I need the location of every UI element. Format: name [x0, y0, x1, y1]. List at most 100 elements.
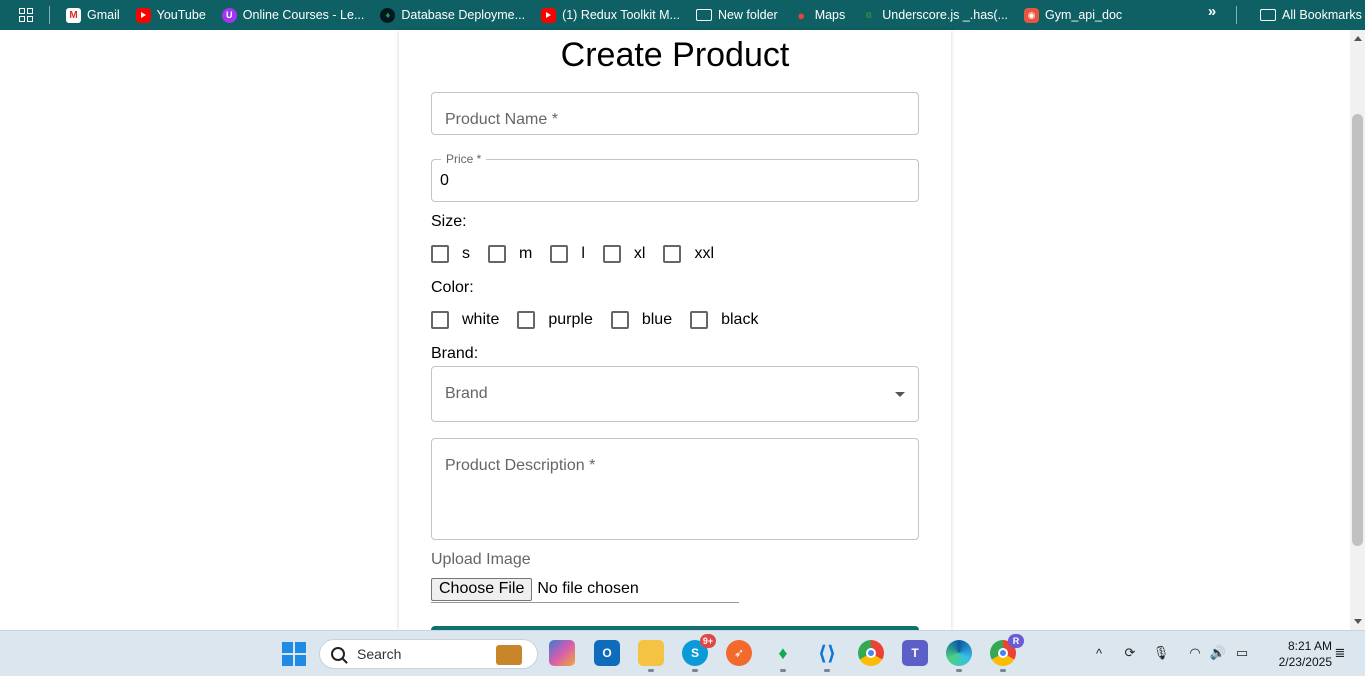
bookmark-gym-api-doc[interactable]: ◉ Gym_api_doc	[1016, 3, 1130, 27]
postman-icon[interactable]: ➶	[726, 640, 752, 666]
size-option-label: m	[519, 245, 533, 262]
color-option-purple[interactable]: purple	[517, 311, 593, 329]
taskbar-search-placeholder: Search	[357, 646, 402, 662]
folder-icon	[695, 9, 712, 21]
all-bookmarks-label: All Bookmarks	[1282, 8, 1362, 22]
maps-icon: ●	[797, 7, 806, 23]
bookmarks-separator	[1236, 6, 1237, 24]
bookmark-underscore[interactable]: ɞ Underscore.js _.has(...	[853, 3, 1016, 27]
size-option-xl[interactable]: xl	[602, 245, 646, 263]
chevron-down-icon	[895, 392, 905, 397]
mongodb-icon[interactable]: ♦	[770, 640, 796, 672]
bookmark-maps[interactable]: ● Maps	[786, 3, 854, 27]
checkbox[interactable]	[690, 311, 709, 329]
scroll-down-arrow-icon[interactable]	[1354, 619, 1362, 624]
teams-icon[interactable]: T	[902, 640, 928, 666]
bookmark-database-deployment[interactable]: ♦ Database Deployme...	[372, 3, 533, 27]
checkbox[interactable]	[610, 311, 629, 329]
size-option-s[interactable]: s	[431, 245, 470, 263]
color-option-label: purple	[548, 311, 593, 328]
checkbox[interactable]	[663, 245, 682, 263]
size-option-m[interactable]: m	[488, 245, 532, 263]
bookmark-redux-toolkit[interactable]: (1) Redux Toolkit M...	[533, 3, 688, 27]
no-file-chosen-text: No file chosen	[537, 580, 639, 597]
udemy-icon: U	[221, 7, 237, 23]
brand-placeholder: Brand	[445, 385, 488, 402]
microphone-icon[interactable]: 🎙	[1153, 645, 1170, 661]
windows-start-icon[interactable]	[282, 642, 306, 666]
size-option-l[interactable]: l	[550, 245, 585, 263]
profile-badge: R	[1008, 634, 1024, 648]
outlook-icon[interactable]: O	[594, 640, 620, 666]
wifi-icon[interactable]: ◠	[1187, 645, 1203, 661]
price-label: Price *	[441, 152, 487, 166]
checkbox[interactable]	[550, 245, 569, 263]
price-input[interactable]: Price * 0	[431, 152, 919, 202]
product-name-placeholder: Product Name *	[445, 111, 558, 128]
page-title: Create Product	[560, 36, 790, 74]
bookmark-label: Underscore.js _.has(...	[882, 8, 1009, 22]
bookmark-label: Gmail	[87, 8, 120, 22]
page-scrollbar[interactable]	[1350, 30, 1365, 630]
product-description-textarea[interactable]: Product Description *	[431, 438, 919, 540]
brand-label: Brand:	[431, 345, 479, 362]
scrollbar-thumb[interactable]	[1352, 114, 1363, 546]
upload-image-label: Upload Image	[431, 551, 531, 568]
bookmark-label: New folder	[717, 8, 778, 22]
file-input: Choose File No file chosen	[431, 576, 739, 603]
color-option-blue[interactable]: blue	[610, 311, 672, 329]
bookmark-online-courses[interactable]: U Online Courses - Le...	[214, 3, 373, 27]
skype-icon[interactable]: S 9+	[682, 634, 716, 672]
chrome-icon[interactable]	[858, 640, 884, 666]
bookmark-label: (1) Redux Toolkit M...	[562, 8, 680, 22]
clock-time: 8:21 AM	[1287, 639, 1332, 653]
search-icon	[331, 647, 345, 661]
checkbox[interactable]	[517, 311, 536, 329]
color-label: Color:	[431, 279, 474, 296]
sync-icon[interactable]: ⟳	[1122, 645, 1138, 661]
edge-icon[interactable]	[946, 640, 972, 672]
product-description-placeholder: Product Description *	[445, 457, 596, 474]
checkbox[interactable]	[488, 245, 506, 263]
checkbox[interactable]	[431, 245, 449, 263]
size-option-xxl[interactable]: xxl	[663, 245, 714, 263]
copilot-icon[interactable]	[549, 640, 575, 666]
apps-grid-icon[interactable]	[15, 4, 37, 26]
product-name-input[interactable]: Product Name *	[431, 92, 919, 135]
all-bookmarks-button[interactable]: All Bookmarks	[1252, 3, 1365, 27]
bookmark-label: Online Courses - Le...	[242, 8, 365, 22]
battery-icon[interactable]: ▭	[1234, 645, 1250, 661]
bookmark-gmail[interactable]: M Gmail	[58, 3, 128, 27]
color-option-white[interactable]: white	[431, 311, 499, 329]
checkbox[interactable]	[431, 311, 449, 329]
briefcase-icon	[496, 645, 522, 665]
mongodb-icon: ♦	[380, 7, 396, 23]
size-label: Size:	[431, 213, 467, 230]
file-explorer-icon[interactable]	[638, 640, 664, 672]
running-indicator	[780, 669, 786, 672]
notification-icon[interactable]: ≣	[1332, 645, 1348, 661]
choose-file-button[interactable]: Choose File	[431, 577, 533, 601]
bookmark-youtube[interactable]: YouTube	[128, 3, 214, 27]
vscode-icon[interactable]: ⟨⟩	[814, 640, 840, 672]
chrome-profile-icon[interactable]: R	[990, 634, 1024, 672]
bookmark-label: YouTube	[156, 8, 206, 22]
chevron-up-icon[interactable]: ^	[1091, 645, 1107, 661]
scroll-up-arrow-icon[interactable]	[1354, 36, 1362, 41]
gmail-icon: M	[66, 7, 81, 23]
bookmark-label: Gym_api_doc	[1045, 8, 1123, 22]
bookmark-new-folder[interactable]: New folder	[688, 3, 786, 27]
volume-icon[interactable]: 🔊	[1210, 645, 1226, 661]
color-option-label: black	[721, 311, 759, 328]
color-option-black[interactable]: black	[690, 311, 758, 329]
system-clock[interactable]: 8:21 AM 2/23/2025	[1262, 638, 1332, 670]
folder-icon	[1260, 9, 1276, 21]
windows-taskbar: Search O S 9+ ➶ ♦ ⟨⟩ T R ^ ⟳ 🎙 ◠ 🔊 ▭ 8:21…	[0, 630, 1365, 676]
checkbox[interactable]	[602, 245, 621, 263]
running-indicator	[1000, 669, 1006, 672]
brand-select[interactable]: Brand	[431, 366, 919, 422]
size-option-label: xl	[633, 245, 646, 262]
bookmarks-overflow-icon[interactable]: »	[1202, 3, 1222, 20]
taskbar-search[interactable]: Search	[319, 639, 538, 669]
bookmark-label: Database Deployme...	[401, 8, 526, 22]
